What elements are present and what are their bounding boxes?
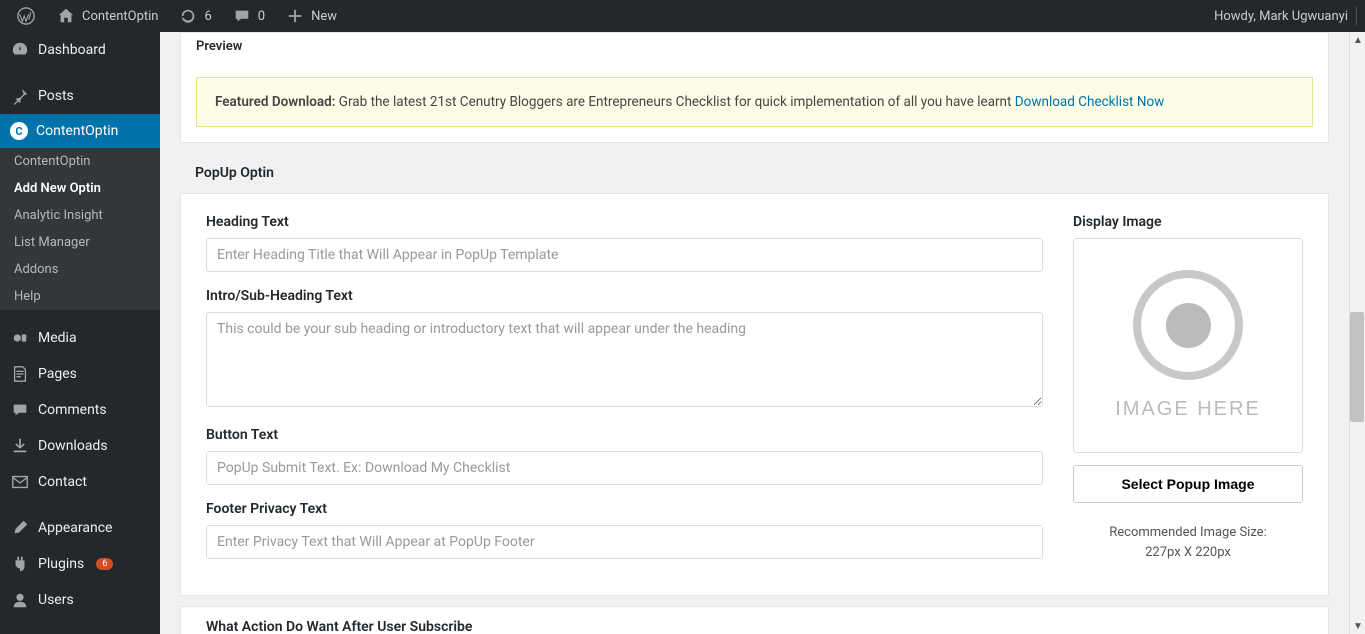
menu-label: Users <box>38 592 74 608</box>
menu-label: Comments <box>38 402 107 418</box>
admin-bar-left: ContentOptin 6 0 New <box>8 0 345 32</box>
intro-text-input[interactable] <box>206 312 1043 407</box>
wp-logo[interactable] <box>8 0 44 32</box>
comment-icon <box>10 400 30 420</box>
main-content: Preview Featured Download: Grab the late… <box>160 32 1349 634</box>
menu-label: Dashboard <box>38 42 106 58</box>
intro-text-label: Intro/Sub-Heading Text <box>206 288 1043 304</box>
menu-media[interactable]: Media <box>0 320 160 356</box>
submenu-contentoptin-main[interactable]: ContentOptin <box>0 148 160 175</box>
scroll-up-arrow[interactable]: ▲ <box>1350 32 1365 48</box>
contentoptin-icon: C <box>10 122 28 140</box>
button-text-label: Button Text <box>206 427 1043 443</box>
menu-label: Posts <box>38 88 74 104</box>
recommended-size-text: Recommended Image Size: 227px X 220px <box>1073 523 1303 562</box>
image-placeholder: IMAGE HERE <box>1073 238 1303 453</box>
brush-icon <box>10 518 30 538</box>
menu-comments[interactable]: Comments <box>0 392 160 428</box>
action-after-subscribe-heading: What Action Do Want After User Subscribe <box>180 606 1329 634</box>
submenu-help[interactable]: Help <box>0 283 160 310</box>
submenu-contentoptin: ContentOptin Add New Optin Analytic Insi… <box>0 148 160 310</box>
footer-privacy-label: Footer Privacy Text <box>206 501 1043 517</box>
menu-label: Contact <box>38 474 87 490</box>
updates-count: 6 <box>204 9 211 24</box>
menu-plugins[interactable]: Plugins 6 <box>0 546 160 582</box>
submenu-list-manager[interactable]: List Manager <box>0 229 160 256</box>
menu-label: ContentOptin <box>36 123 118 139</box>
page-scrollbar[interactable]: ▲ ▼ <box>1349 32 1365 634</box>
featured-link[interactable]: Download Checklist Now <box>1015 94 1165 110</box>
howdy-text: Howdy, Mark Ugwuanyi <box>1214 9 1348 24</box>
site-name-link[interactable]: ContentOptin <box>48 0 166 32</box>
menu-pages[interactable]: Pages <box>0 356 160 392</box>
select-popup-image-button[interactable]: Select Popup Image <box>1073 465 1303 503</box>
plus-icon <box>285 6 305 26</box>
comments-link[interactable]: 0 <box>224 0 273 32</box>
menu-label: Media <box>38 330 77 346</box>
mail-icon <box>10 472 30 492</box>
download-icon <box>10 436 30 456</box>
media-icon <box>10 328 30 348</box>
refresh-icon <box>178 6 198 26</box>
preview-panel-title: Preview <box>181 33 1328 62</box>
button-text-input[interactable] <box>206 451 1043 485</box>
menu-label: Plugins <box>38 556 84 572</box>
menu-label: Appearance <box>38 520 112 536</box>
admin-bar: ContentOptin 6 0 New Howdy, Mark Ugwuany… <box>0 0 1365 32</box>
comment-icon <box>232 6 252 26</box>
page-icon <box>10 364 30 384</box>
menu-downloads[interactable]: Downloads <box>0 428 160 464</box>
menu-dashboard[interactable]: Dashboard <box>0 32 160 68</box>
menu-label: Downloads <box>38 438 108 454</box>
scroll-down-arrow[interactable]: ▼ <box>1350 618 1365 634</box>
user-greeting[interactable]: Howdy, Mark Ugwuanyi <box>1214 7 1357 25</box>
scroll-thumb[interactable] <box>1350 312 1364 422</box>
placeholder-circle-icon <box>1133 270 1243 380</box>
menu-contentoptin[interactable]: C ContentOptin <box>0 114 160 148</box>
dashboard-icon <box>10 40 30 60</box>
popup-optin-title: PopUp Optin <box>180 153 1329 193</box>
footer-privacy-input[interactable] <box>206 525 1043 559</box>
home-icon <box>56 6 76 26</box>
plug-icon <box>10 554 30 574</box>
user-icon <box>10 590 30 610</box>
wordpress-icon <box>16 6 36 26</box>
featured-text: Grab the latest 21st Cenutry Bloggers ar… <box>335 94 1014 110</box>
featured-label: Featured Download: <box>215 94 335 110</box>
image-here-text: IMAGE HERE <box>1115 398 1261 421</box>
pin-icon <box>10 86 30 106</box>
new-link[interactable]: New <box>277 0 345 32</box>
heading-text-label: Heading Text <box>206 214 1043 230</box>
submenu-add-new-optin[interactable]: Add New Optin <box>0 175 160 202</box>
menu-label: Pages <box>38 366 77 382</box>
menu-users[interactable]: Users <box>0 582 160 618</box>
popup-optin-form: Heading Text Intro/Sub-Heading Text Butt… <box>180 193 1329 596</box>
updates-link[interactable]: 6 <box>170 0 219 32</box>
featured-download-box: Featured Download: Grab the latest 21st … <box>196 77 1313 127</box>
menu-posts[interactable]: Posts <box>0 78 160 114</box>
menu-contact[interactable]: Contact <box>0 464 160 500</box>
menu-appearance[interactable]: Appearance <box>0 510 160 546</box>
heading-text-input[interactable] <box>206 238 1043 272</box>
comments-count: 0 <box>258 9 265 24</box>
plugins-badge: 6 <box>96 558 113 570</box>
submenu-analytic-insight[interactable]: Analytic Insight <box>0 202 160 229</box>
admin-sidebar: Dashboard Posts C ContentOptin ContentOp… <box>0 32 160 634</box>
submenu-addons[interactable]: Addons <box>0 256 160 283</box>
site-name: ContentOptin <box>82 9 158 24</box>
new-label: New <box>311 9 337 24</box>
display-image-label: Display Image <box>1073 214 1303 230</box>
